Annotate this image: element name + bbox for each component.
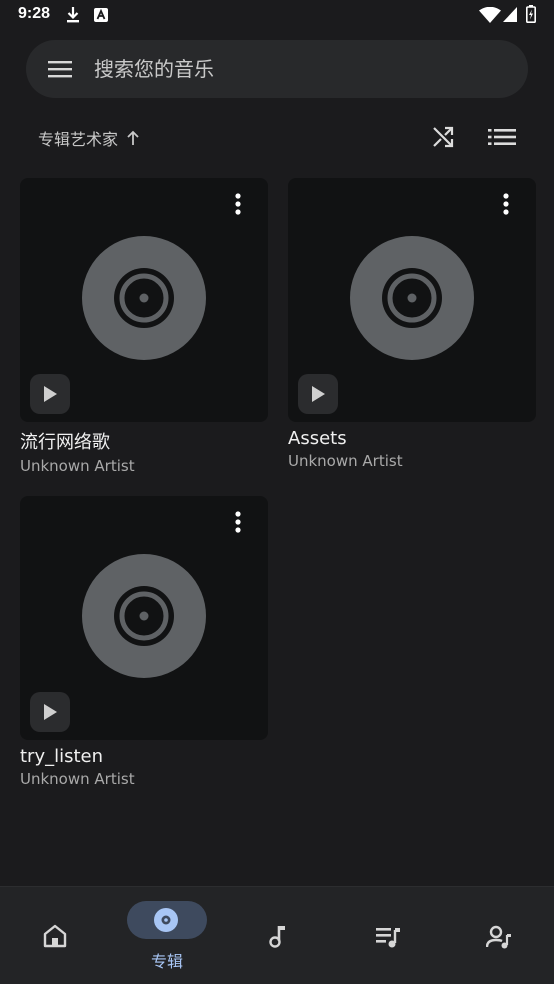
bottom-navigation: 专辑 xyxy=(0,886,554,984)
status-bar: 9:28 xyxy=(0,0,554,32)
music-note-icon xyxy=(269,926,285,948)
nav-item-playlists[interactable] xyxy=(332,887,442,984)
play-button[interactable] xyxy=(30,692,70,732)
search-bar[interactable] xyxy=(26,40,528,98)
album-card[interactable]: Assets Unknown Artist xyxy=(288,178,536,470)
list-view-icon[interactable] xyxy=(488,126,516,148)
album-art[interactable] xyxy=(20,178,268,422)
more-options-icon[interactable] xyxy=(228,510,248,534)
album-art[interactable] xyxy=(288,178,536,422)
nav-item-albums[interactable]: 专辑 xyxy=(110,887,220,984)
album-title: 流行网络歌 xyxy=(20,432,110,453)
album-title: try_listen xyxy=(20,746,104,767)
disc-icon xyxy=(82,236,206,360)
font-a-icon xyxy=(94,8,108,22)
nav-label-albums: 专辑 xyxy=(150,952,183,971)
menu-icon[interactable] xyxy=(48,59,72,79)
battery-icon xyxy=(526,5,536,23)
search-input[interactable] xyxy=(94,40,494,98)
signal-icon xyxy=(503,7,517,22)
artist-icon xyxy=(486,925,511,949)
more-options-icon[interactable] xyxy=(228,192,248,216)
play-icon xyxy=(44,704,57,720)
shuffle-icon[interactable] xyxy=(430,124,456,150)
album-card[interactable]: try_listen Unknown Artist xyxy=(20,496,268,788)
album-artist: Unknown Artist xyxy=(20,457,135,475)
nav-item-home[interactable] xyxy=(0,887,110,984)
play-icon xyxy=(312,386,325,402)
nav-item-songs[interactable] xyxy=(221,887,331,984)
album-art[interactable] xyxy=(20,496,268,740)
album-title: Assets xyxy=(288,428,347,449)
playlist-icon xyxy=(376,928,400,948)
sort-control[interactable]: 专辑艺术家 xyxy=(38,124,140,152)
sort-label: 专辑艺术家 xyxy=(38,130,119,149)
wifi-icon xyxy=(479,7,501,23)
disc-icon xyxy=(350,236,474,360)
disc-icon xyxy=(82,554,206,678)
play-icon xyxy=(44,386,57,402)
download-icon xyxy=(67,7,79,23)
play-button[interactable] xyxy=(30,374,70,414)
play-button[interactable] xyxy=(298,374,338,414)
album-artist: Unknown Artist xyxy=(288,452,403,470)
more-options-icon[interactable] xyxy=(496,192,516,216)
arrow-up-icon xyxy=(127,130,139,145)
album-icon xyxy=(154,908,178,932)
nav-item-artists[interactable] xyxy=(443,887,553,984)
album-artist: Unknown Artist xyxy=(20,770,135,788)
status-time: 9:28 xyxy=(18,5,51,22)
home-icon xyxy=(43,924,67,948)
album-card[interactable]: 流行网络歌 Unknown Artist xyxy=(20,178,268,475)
